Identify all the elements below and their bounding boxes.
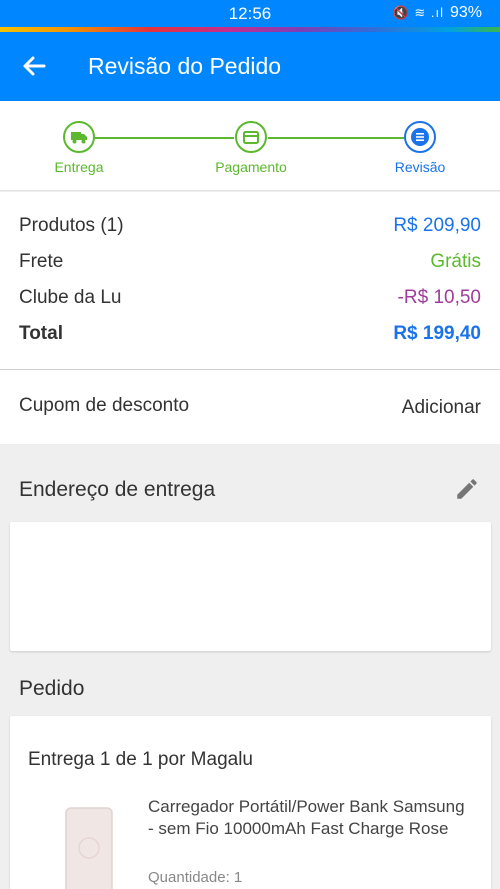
power-bank-image <box>65 807 113 889</box>
shipping-label: Frete <box>19 251 64 272</box>
delivery-label: Entrega 1 de 1 por Magalu <box>28 749 253 770</box>
review-list-icon <box>404 121 436 153</box>
page-title: Revisão do Pedido <box>88 53 282 79</box>
step-label: Revisão <box>394 159 446 175</box>
coupon-label: Cupom de desconto <box>19 395 190 416</box>
summary-club-row: Clube da Lu -R$ 10,50 <box>19 287 481 317</box>
step-entrega[interactable]: Entrega <box>9 121 149 175</box>
address-card <box>10 522 491 651</box>
address-section-title: Endereço de entrega <box>19 478 216 501</box>
coupon-row[interactable]: Cupom de desconto Adicionar <box>0 370 500 444</box>
step-revisao[interactable]: Revisão <box>350 121 490 175</box>
add-coupon-button[interactable]: Adicionar <box>402 397 481 419</box>
products-label: Produtos (1) <box>19 215 124 236</box>
back-button[interactable] <box>18 50 50 82</box>
status-bar: 12:56 🔇 ≋ .ıl 93% <box>0 0 500 27</box>
total-label: Total <box>19 323 63 344</box>
product-name[interactable]: Carregador Portátil/Power Bank Samsung -… <box>148 796 468 840</box>
shipping-value: Grátis <box>430 251 481 272</box>
edit-address-button[interactable] <box>454 476 480 502</box>
arrow-left-icon <box>23 56 46 76</box>
step-label: Entrega <box>54 159 104 175</box>
club-discount-value: -R$ 10,50 <box>397 287 481 308</box>
app-bar: Revisão do Pedido <box>0 32 500 101</box>
products-value: R$ 209,90 <box>393 215 481 236</box>
signal-wifi-icon: 🔇 ≋ .ıl <box>392 5 444 20</box>
pencil-icon <box>457 479 477 499</box>
product-quantity: Quantidade: 1 <box>148 869 243 886</box>
summary-products-row: Produtos (1) R$ 209,90 <box>19 215 481 245</box>
step-pagamento[interactable]: Pagamento <box>181 121 321 175</box>
battery-level: 93% <box>449 4 482 21</box>
status-indicators: 🔇 ≋ .ıl 93% <box>393 4 482 22</box>
order-section-title: Pedido <box>19 677 85 700</box>
checkout-stepper: Entrega Pagamento Revisão <box>0 101 500 191</box>
order-summary: Produtos (1) R$ 209,90 Frete Grátis Club… <box>0 192 500 369</box>
product-image[interactable] <box>64 806 116 889</box>
club-label: Clube da Lu <box>19 287 122 308</box>
truck-icon <box>63 121 95 153</box>
step-label: Pagamento <box>215 159 287 175</box>
summary-total-row: Total R$ 199,40 <box>19 323 481 353</box>
total-value: R$ 199,40 <box>393 323 481 344</box>
summary-shipping-row: Frete Grátis <box>19 251 481 281</box>
credit-card-icon <box>235 121 267 153</box>
